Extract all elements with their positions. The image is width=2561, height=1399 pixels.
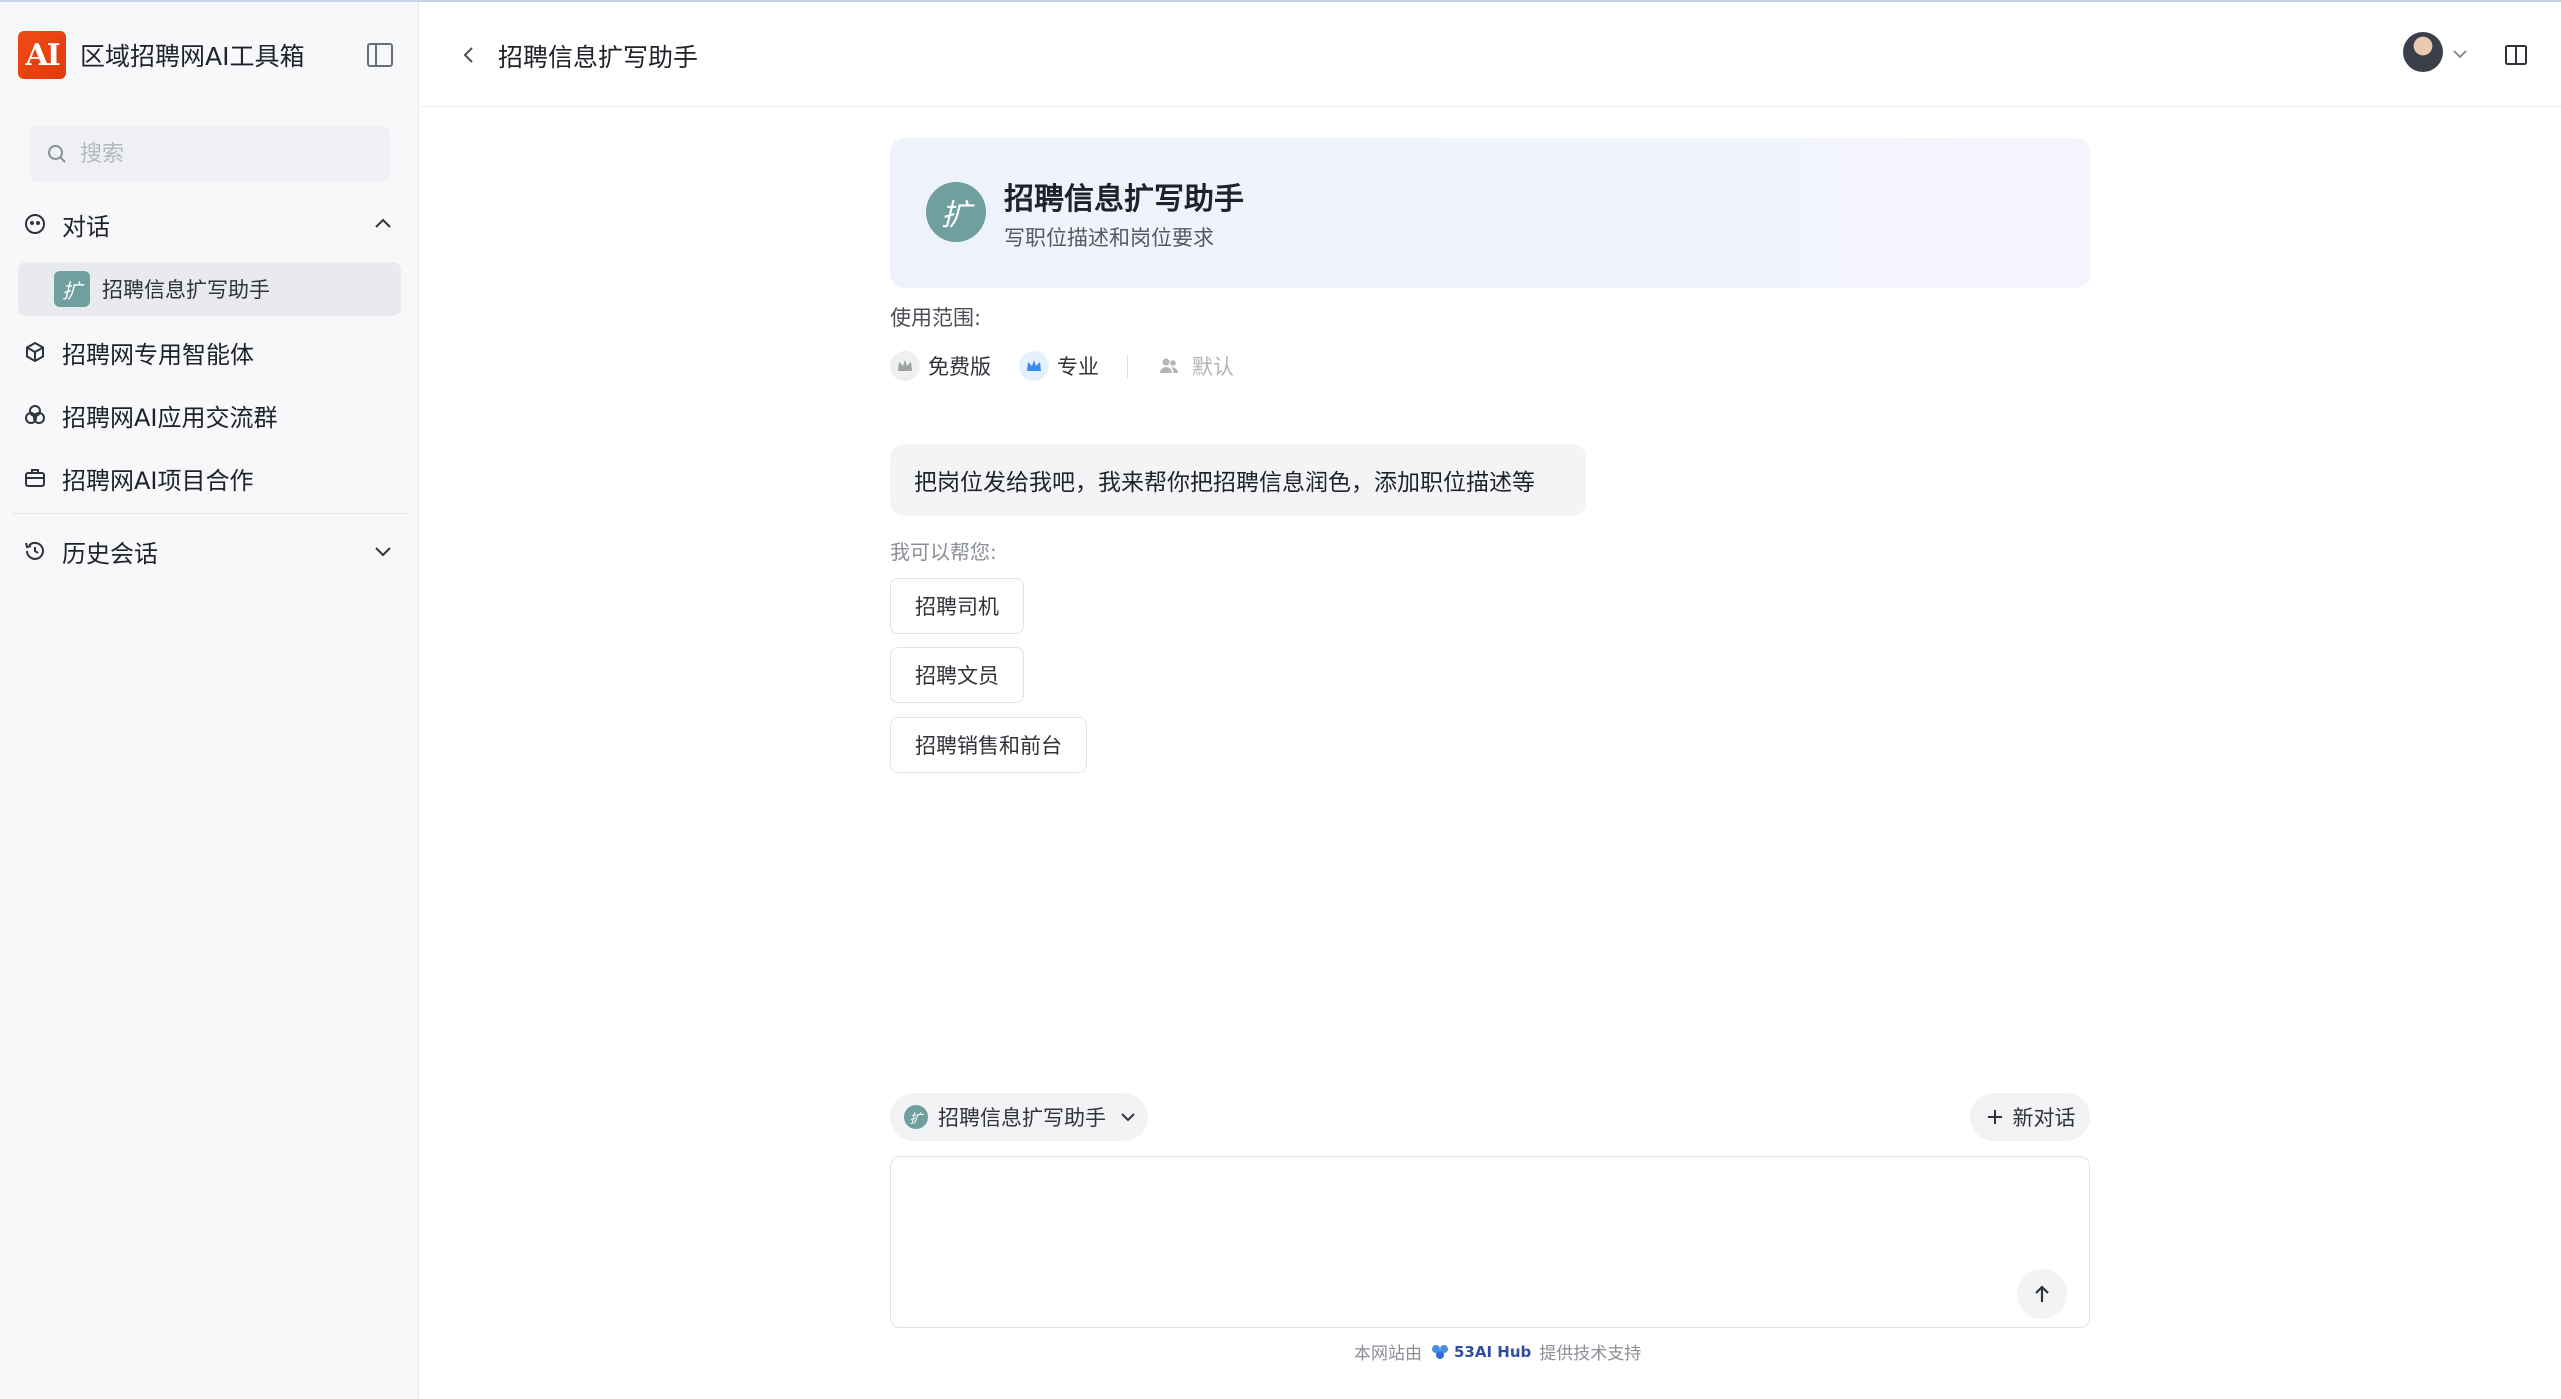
agent-selector[interactable]: 扩 招聘信息扩写助手	[890, 1093, 1148, 1141]
footer-brand-label: 53AI Hub	[1454, 1342, 1532, 1361]
footer-note: 本网站由 53AI Hub 提供技术支持	[1354, 1339, 1642, 1365]
welcome-message: 把岗位发给我吧，我来帮你把招聘信息润色，添加职位描述等	[890, 444, 1586, 516]
footer-brand[interactable]: 53AI Hub	[1430, 1343, 1531, 1361]
agent-avatar: 扩	[54, 271, 90, 307]
footer-suffix: 提供技术支持	[1539, 1344, 1642, 1364]
chevron-down-icon[interactable]	[2450, 44, 2470, 64]
search-input[interactable]	[80, 141, 380, 167]
sidebar-item-active-agent[interactable]: 扩 招聘信息扩写助手	[18, 262, 401, 316]
cube-icon	[22, 339, 48, 365]
sidebar-item-agents[interactable]: 招聘网专用智能体	[22, 327, 400, 377]
sidebar-item-group[interactable]: 招聘网AI应用交流群	[22, 390, 400, 440]
hub-logo-icon	[1432, 1344, 1448, 1359]
agent-avatar: 扩	[904, 1105, 928, 1129]
scope-label: 使用范围:	[890, 306, 982, 330]
scope-tag-default: 默认	[1154, 351, 1234, 381]
sidebar-section-chat[interactable]: 对话	[22, 199, 400, 249]
user-avatar[interactable]	[2403, 32, 2443, 72]
agent-intro-card: 扩 招聘信息扩写助手 写职位描述和岗位要求	[890, 138, 2090, 288]
agent-description: 写职位描述和岗位要求	[1004, 226, 1214, 250]
brand-logo: AI	[18, 31, 66, 79]
sidebar-collapse-icon[interactable]	[366, 42, 394, 68]
suggestion-button[interactable]: 招聘销售和前台	[890, 717, 1087, 773]
agent-selector-label: 招聘信息扩写助手	[938, 1106, 1106, 1130]
sidebar-item-label: 招聘网AI项目合作	[62, 466, 254, 495]
sidebar-item-label: 招聘网专用智能体	[62, 340, 254, 369]
sidebar-item-cooperation[interactable]: 招聘网AI项目合作	[22, 453, 400, 503]
arrow-up-icon	[2035, 1285, 2049, 1302]
sidebar-item-label: 招聘信息扩写助手	[102, 278, 270, 302]
briefcase-icon	[22, 465, 48, 491]
message-composer	[890, 1156, 2090, 1328]
sidebar-section-history[interactable]: 历史会话	[22, 526, 400, 576]
brand[interactable]: AI 区域招聘网AI工具箱	[18, 30, 304, 80]
chevron-down-icon[interactable]	[372, 540, 394, 562]
app-title: 区域招聘网AI工具箱	[80, 42, 305, 71]
scope-divider	[1127, 354, 1128, 378]
sidebar-item-label: 招聘网AI应用交流群	[62, 403, 278, 432]
scope-tag-label: 专业	[1057, 355, 1099, 379]
back-arrow-icon[interactable]	[456, 42, 482, 68]
sidebar-divider	[12, 513, 407, 514]
history-icon	[22, 538, 48, 564]
crown-icon	[1019, 351, 1049, 381]
scope-tag-free: 免费版	[890, 351, 991, 381]
suggestion-button[interactable]: 招聘司机	[890, 578, 1024, 634]
new-chat-label: 新对话	[2012, 1106, 2076, 1130]
help-label: 我可以帮您:	[890, 540, 997, 564]
agent-avatar: 扩	[926, 182, 986, 242]
users-icon	[1154, 351, 1184, 381]
sidebar: AI 区域招聘网AI工具箱 对话 扩 招聘信息扩写助手	[0, 2, 419, 1399]
header: 招聘信息扩写助手	[420, 2, 2561, 107]
footer-prefix: 本网站由	[1354, 1344, 1422, 1364]
scope-tag-pro: 专业	[1019, 351, 1099, 381]
agent-title: 招聘信息扩写助手	[1004, 182, 1244, 217]
scope-tags: 免费版 专业 默认	[890, 348, 1262, 384]
circles-icon	[22, 402, 48, 428]
scope-tag-label: 免费版	[928, 355, 991, 379]
search-box[interactable]	[30, 126, 390, 182]
suggestion-button[interactable]: 招聘文员	[890, 647, 1024, 703]
message-input[interactable]	[911, 1173, 2011, 1293]
scope-tag-label: 默认	[1192, 355, 1234, 379]
chevron-down-icon	[1121, 1113, 1135, 1122]
split-view-icon[interactable]	[2503, 42, 2529, 68]
sidebar-section-label: 历史会话	[62, 539, 158, 568]
search-icon	[48, 145, 66, 163]
send-button[interactable]	[2017, 1269, 2067, 1319]
new-chat-button[interactable]: 新对话	[1970, 1093, 2090, 1141]
chevron-up-icon[interactable]	[372, 213, 394, 235]
app-window: AI 区域招聘网AI工具箱 对话 扩 招聘信息扩写助手	[0, 0, 2561, 1399]
chat-face-icon	[22, 211, 48, 237]
sidebar-section-label: 对话	[62, 212, 110, 241]
crown-icon	[890, 351, 920, 381]
plus-icon	[1987, 1110, 2002, 1124]
page-title: 招聘信息扩写助手	[498, 43, 699, 72]
